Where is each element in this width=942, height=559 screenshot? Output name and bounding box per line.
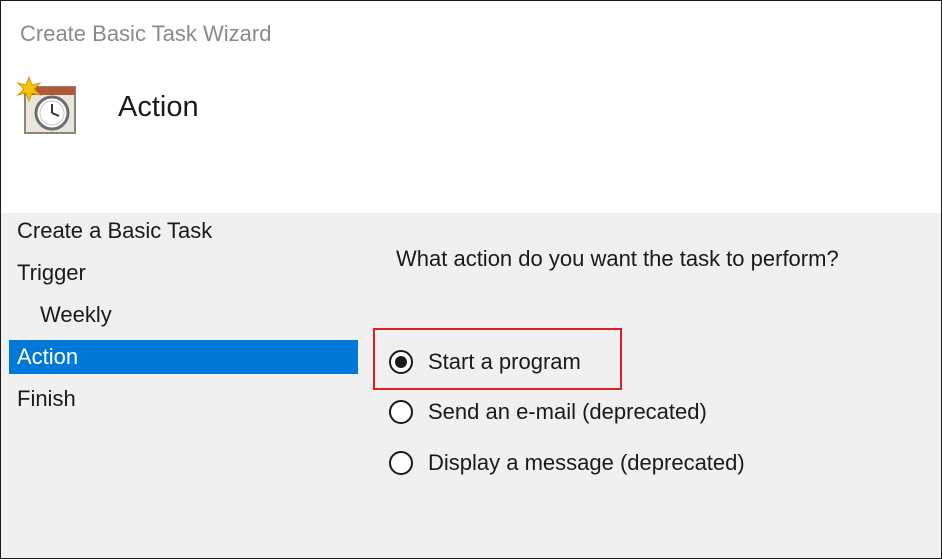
nav-item-weekly[interactable]: Weekly [9, 298, 358, 332]
radio-checked-dot [395, 356, 407, 368]
action-question: What action do you want the task to perf… [396, 246, 839, 271]
option-label-display-message: Display a message (deprecated) [428, 450, 745, 475]
nav-item-finish[interactable]: Finish [9, 382, 358, 416]
radio-send-email[interactable] [389, 400, 413, 424]
nav-item-trigger[interactable]: Trigger [9, 256, 358, 290]
radio-start-program[interactable] [389, 350, 413, 374]
action-content-panel: What action do you want the task to perf… [361, 213, 941, 558]
page-title: Action [118, 91, 199, 123]
wizard-steps-nav: Create a Basic Task Trigger Weekly Actio… [1, 213, 361, 558]
scheduled-task-clock-icon [15, 75, 79, 139]
option-send-email[interactable]: Send an e-mail (deprecated) [389, 395, 749, 429]
option-label-start-program: Start a program [428, 349, 581, 374]
wizard-window: Create Basic Task Wizard Action Create a… [0, 0, 942, 559]
nav-item-create-basic-task[interactable]: Create a Basic Task [9, 214, 358, 248]
option-label-send-email: Send an e-mail (deprecated) [428, 399, 707, 424]
option-start-program[interactable]: Start a program [389, 345, 619, 379]
title-bar: Create Basic Task Wizard [1, 1, 941, 65]
nav-item-action[interactable]: Action [9, 340, 358, 374]
radio-display-message[interactable] [389, 451, 413, 475]
option-display-message[interactable]: Display a message (deprecated) [389, 446, 769, 480]
wizard-header: Action [1, 65, 941, 213]
window-title: Create Basic Task Wizard [20, 21, 272, 46]
